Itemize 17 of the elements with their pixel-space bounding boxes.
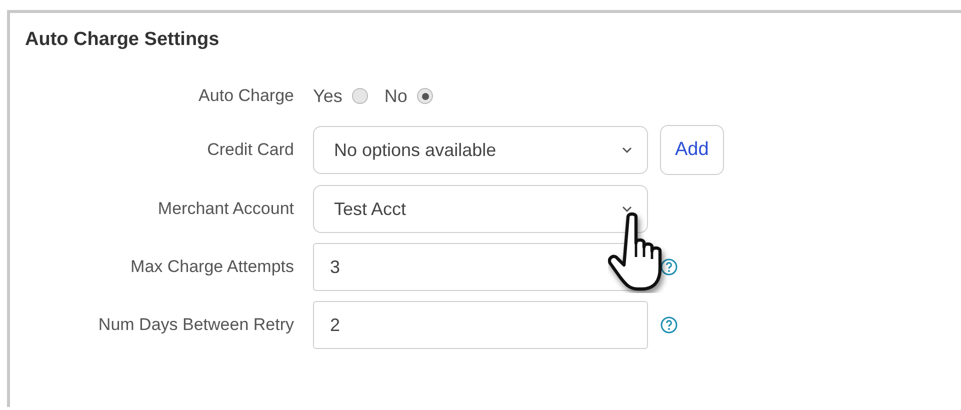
radio-button[interactable]: [352, 88, 368, 104]
chevron-icon: [621, 146, 633, 154]
radio-button[interactable]: [417, 88, 434, 104]
help-icon[interactable]: [660, 258, 678, 276]
field-label: Credit Card: [207, 140, 294, 160]
panel-title: Auto Charge Settings: [25, 29, 220, 51]
field-label: Num Days Between Retry: [98, 315, 294, 335]
chevron-icon: [621, 205, 633, 213]
select-field[interactable]: Test Acct: [313, 185, 648, 233]
field-label: Auto Charge: [198, 86, 294, 106]
select-field[interactable]: No options available: [313, 126, 648, 174]
option-label: Yes: [313, 86, 342, 106]
field-label: Merchant Account: [158, 199, 294, 219]
number-field[interactable]: 2: [313, 301, 648, 349]
option-label: No: [384, 86, 408, 106]
add-button[interactable]: Add: [660, 125, 724, 175]
field-label: Max Charge Attempts: [130, 257, 294, 277]
